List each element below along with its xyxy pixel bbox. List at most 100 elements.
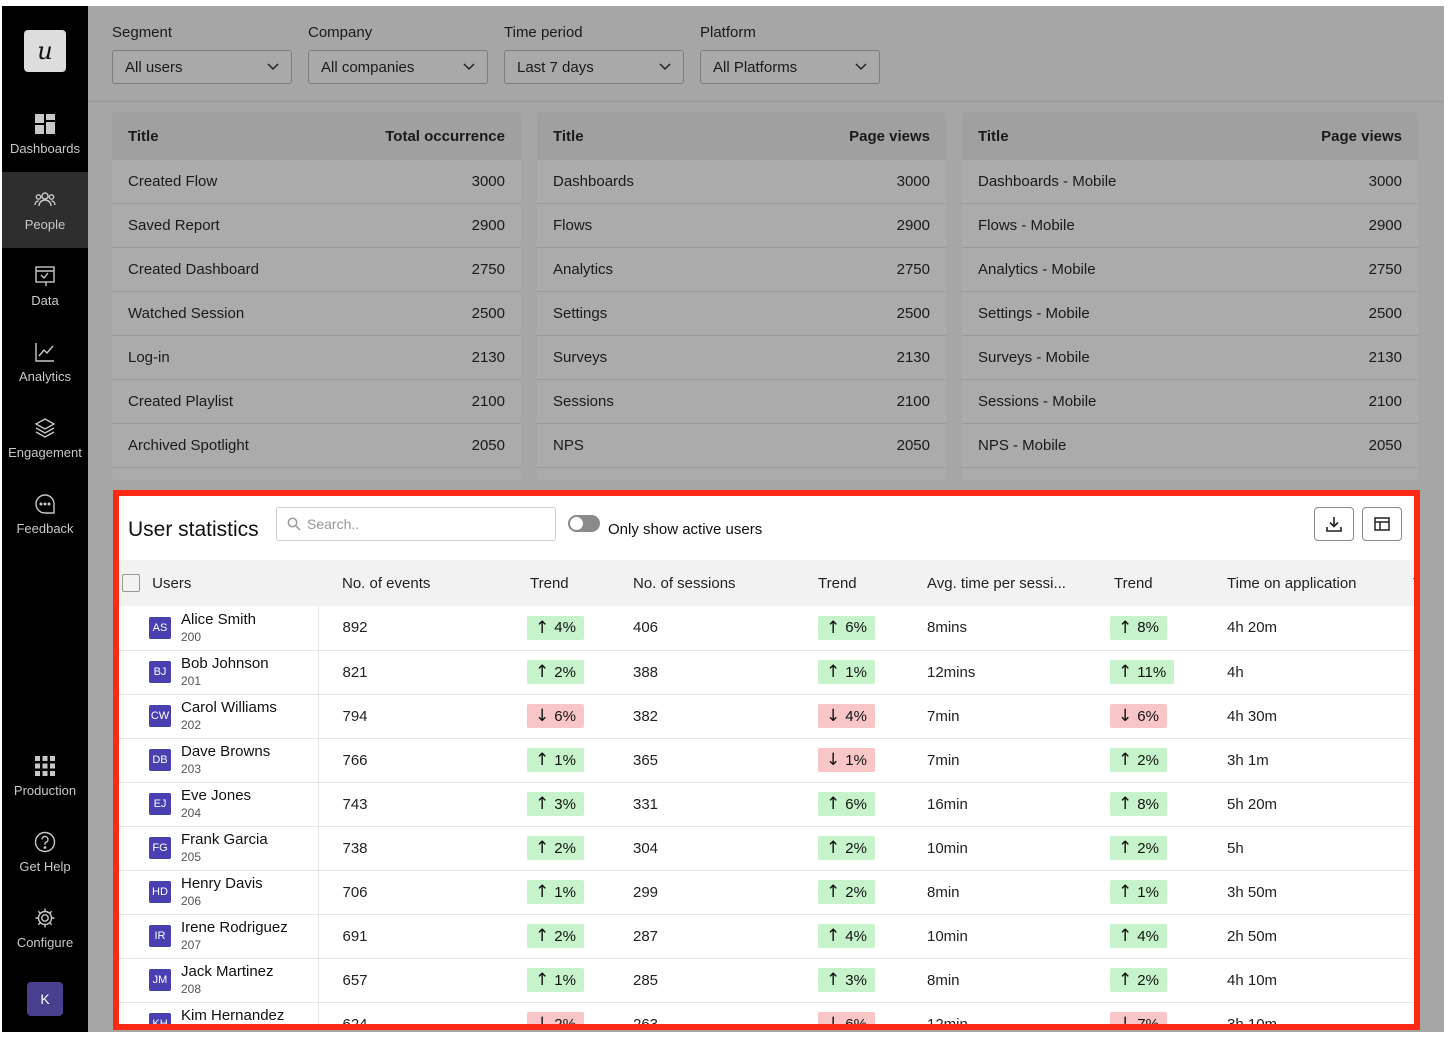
trend-badge: ↑ 2% <box>1110 968 1167 992</box>
card-row[interactable]: Flows 2900 <box>537 204 946 248</box>
sidebar: u Dashboards People Data Analytics Engag… <box>2 6 88 1032</box>
table-row[interactable]: IR Irene Rodriguez 207 691 ↑ 2% 287 ↑ 4%… <box>119 914 1414 959</box>
time-on-application-column-header[interactable]: Time on application <box>1222 560 1408 606</box>
sidebar-item-people[interactable]: People <box>2 172 88 248</box>
user-cell[interactable]: EJ Eve Jones 204 <box>119 782 319 827</box>
row-value: 2100 <box>471 393 505 410</box>
card-row[interactable]: Created Playlist 2100 <box>112 380 521 424</box>
select-all-checkbox[interactable] <box>122 574 140 593</box>
app-logo[interactable]: u <box>24 30 66 72</box>
events-column-header[interactable]: No. of events <box>318 560 527 606</box>
user-name[interactable]: Kim Hernandez <box>181 1007 284 1024</box>
users-column-header[interactable]: Users <box>119 560 318 606</box>
company-select[interactable]: All companies <box>308 50 488 84</box>
sidebar-item-production[interactable]: Production <box>2 738 88 814</box>
card-row[interactable]: Dashboards - Mobile 3000 <box>962 160 1418 204</box>
user-name[interactable]: Frank Garcia <box>181 831 268 849</box>
people-icon <box>34 189 56 211</box>
user-name[interactable]: Carol Williams <box>181 699 277 717</box>
card-row[interactable]: Settings 2500 <box>537 292 946 336</box>
card-row[interactable]: Saved Report 2900 <box>112 204 521 248</box>
trend-badge: ↑ 2% <box>818 880 875 904</box>
arrow-up-icon: ↑ <box>1118 970 1133 990</box>
avg-time-column-header[interactable]: Avg. time per sessi... <box>924 560 1110 606</box>
columns-button[interactable] <box>1362 507 1402 541</box>
card-row[interactable]: NPS - Mobile 2050 <box>962 424 1418 468</box>
trend-column-header[interactable]: Trend <box>1110 560 1222 606</box>
table-row[interactable]: DB Dave Browns 203 766 ↑ 1% 365 ↓ 1% 7mi… <box>119 738 1414 783</box>
sidebar-item-data[interactable]: Data <box>2 248 88 324</box>
user-name[interactable]: Jack Martinez <box>181 963 274 981</box>
user-name[interactable]: Bob Johnson <box>181 655 269 673</box>
user-cell[interactable]: DB Dave Browns 203 <box>119 738 319 783</box>
trend-value: 1% <box>845 663 867 681</box>
user-cell[interactable]: HD Henry Davis 206 <box>119 870 319 915</box>
trend-value: 2% <box>845 839 867 857</box>
time-period-select[interactable]: Last 7 days <box>504 50 684 84</box>
row-title: Archived Spotlight <box>128 437 249 454</box>
card-row[interactable]: Flows - Mobile 2900 <box>962 204 1418 248</box>
table-row[interactable]: HD Henry Davis 206 706 ↑ 1% 299 ↑ 2% 8mi… <box>119 870 1414 915</box>
active-users-toggle[interactable] <box>568 515 600 532</box>
user-cell[interactable]: BJ Bob Johnson 201 <box>119 650 319 695</box>
user-name[interactable]: Irene Rodriguez <box>181 919 288 937</box>
user-name[interactable]: Dave Browns <box>181 743 270 761</box>
card-row[interactable]: Analytics 2750 <box>537 248 946 292</box>
user-cell[interactable]: CW Carol Williams 202 <box>119 694 319 739</box>
grid-icon <box>34 755 56 777</box>
sessions-column-header[interactable]: No. of sessions <box>633 560 818 606</box>
segment-select[interactable]: All users <box>112 50 292 84</box>
trend-value: 3% <box>554 795 576 813</box>
sidebar-item-dashboards[interactable]: Dashboards <box>2 96 88 172</box>
sidebar-item-get-help[interactable]: Get Help <box>2 814 88 890</box>
trend-column-header[interactable]: Trend <box>818 560 924 606</box>
sidebar-item-feedback[interactable]: Feedback <box>2 476 88 552</box>
card-row[interactable]: Log-in 2130 <box>112 336 521 380</box>
card-row[interactable]: Archived Spotlight 2050 <box>112 424 521 468</box>
user-cell[interactable]: IR Irene Rodriguez 207 <box>119 914 319 959</box>
user-name[interactable]: Eve Jones <box>181 787 251 805</box>
card-row[interactable]: Created Flow 3000 <box>112 160 521 204</box>
user-cell[interactable]: AS Alice Smith 200 <box>119 606 319 651</box>
sidebar-item-configure[interactable]: Configure <box>2 890 88 966</box>
table-row[interactable]: JM Jack Martinez 208 657 ↑ 1% 285 ↑ 3% 8… <box>119 958 1414 1003</box>
download-button[interactable] <box>1314 507 1354 541</box>
trend-badge: ↑ 1% <box>527 968 584 992</box>
sidebar-item-label: People <box>24 216 66 232</box>
sidebar-item-analytics[interactable]: Analytics <box>2 324 88 400</box>
row-value: 2500 <box>896 305 930 322</box>
table-row[interactable]: AS Alice Smith 200 892 ↑ 4% 406 ↑ 6% 8mi… <box>119 606 1414 651</box>
card-row[interactable]: Surveys 2130 <box>537 336 946 380</box>
table-row[interactable]: CW Carol Williams 202 794 ↓ 6% 382 ↓ 4% … <box>119 694 1414 739</box>
events-cell: 892 <box>318 606 527 651</box>
sidebar-item-engagement[interactable]: Engagement <box>2 400 88 476</box>
truncated-column-header[interactable]: T <box>1408 560 1414 606</box>
user-cell[interactable]: FG Frank Garcia 205 <box>119 826 319 871</box>
card-row[interactable]: Analytics - Mobile 2750 <box>962 248 1418 292</box>
help-icon <box>34 831 56 853</box>
card-row[interactable]: Watched Session 2500 <box>112 292 521 336</box>
table-row[interactable]: EJ Eve Jones 204 743 ↑ 3% 331 ↑ 6% 16min… <box>119 782 1414 827</box>
card-row[interactable]: Settings - Mobile 2500 <box>962 292 1418 336</box>
search-input[interactable]: Search.. <box>276 507 556 541</box>
user-name[interactable]: Henry Davis <box>181 875 263 893</box>
user-name[interactable]: Alice Smith <box>181 611 256 629</box>
card-row[interactable]: Created Dashboard 2750 <box>112 248 521 292</box>
card-row[interactable]: Sessions 2100 <box>537 380 946 424</box>
card-row[interactable]: Surveys - Mobile 2130 <box>962 336 1418 380</box>
user-cell[interactable]: KH Kim Hernandez 209 <box>119 1002 319 1024</box>
user-avatar[interactable]: K <box>27 982 63 1016</box>
arrow-down-icon: ↓ <box>1118 706 1133 726</box>
card-row[interactable]: Sessions - Mobile 2100 <box>962 380 1418 424</box>
platform-select[interactable]: All Platforms <box>700 50 880 84</box>
card-row[interactable]: Dashboards 3000 <box>537 160 946 204</box>
sessions-cell: 331 <box>633 782 818 827</box>
trend-column-header[interactable]: Trend <box>527 560 633 606</box>
table-row[interactable]: FG Frank Garcia 205 738 ↑ 2% 304 ↑ 2% 10… <box>119 826 1414 871</box>
card-row[interactable]: NPS 2050 <box>537 424 946 468</box>
user-cell[interactable]: JM Jack Martinez 208 <box>119 958 319 1003</box>
table-row[interactable]: BJ Bob Johnson 201 821 ↑ 2% 388 ↑ 1% 12m… <box>119 650 1414 695</box>
table-row[interactable]: KH Kim Hernandez 209 624 ↓ 2% 263 ↓ 6% 1… <box>119 1002 1414 1024</box>
row-value: 2500 <box>1368 305 1402 322</box>
row-title: Settings <box>553 305 608 322</box>
